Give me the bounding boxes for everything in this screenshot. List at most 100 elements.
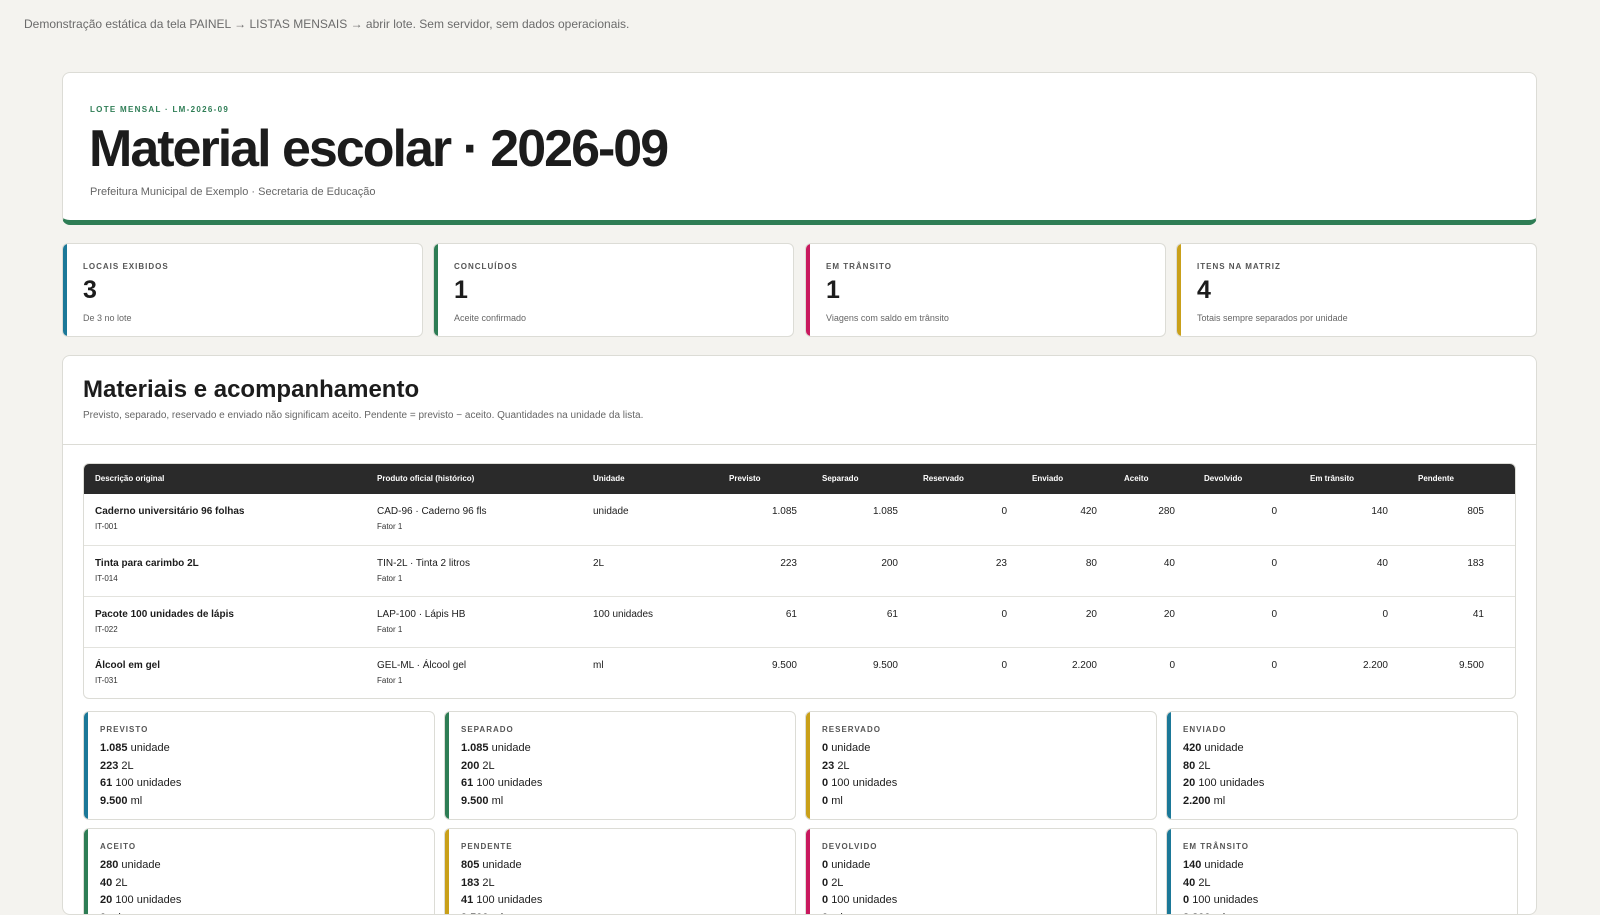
card-unit: 2L [1198,876,1211,889]
kpi-em-transito: EM TRÂNSITO 1 Viagens com saldo em trâns… [805,243,1166,337]
card-line: 23 2L [822,758,897,776]
kpi-label: CONCLUÍDOS [454,262,518,271]
cell-description: Caderno universitário 96 folhas IT-001 [95,506,245,531]
table-row[interactable]: Tinta para carimbo 2L IT-014 TIN-2L · Tint… [84,545,1515,596]
card-accent-bar [1167,829,1171,914]
column-header: Aceito [1124,474,1149,483]
card-quantity: 420 [1183,742,1202,754]
item-description: Álcool em gel [95,660,161,671]
card-title: DEVOLVIDO [822,842,878,851]
card-line: 0 100 unidades [822,775,897,793]
totals-card: PREVISTO 1.085 unidade 223 2L 61 100 unidad… [83,711,435,820]
card-line: 805 unidade [461,857,542,875]
column-header: Unidade [593,474,625,483]
table-row[interactable]: Álcool em gel IT-031 GEL-ML · Álcool gel Fa… [84,647,1515,698]
card-quantity: 0 [822,894,829,907]
card-unit: 100 unidades [476,894,543,907]
card-unit: 100 unidades [831,894,898,907]
item-code: IT-014 [95,574,118,583]
card-accent-bar [1167,712,1171,819]
column-header: Produto oficial (histórico) [377,474,475,483]
card-unit: 2L [482,876,495,889]
table-row[interactable]: Pacote 100 unidades de lápis IT-022 LAP-10… [84,596,1515,647]
item-code: IT-022 [95,625,118,634]
materials-table: Descrição original Produto oficial (histó… [83,463,1516,699]
card-quantity: 0 [822,859,829,871]
kpi-accent-bar [1177,244,1181,336]
cell-quantity: 223 [780,558,797,569]
card-accent-bar [445,712,449,819]
kpi-hint: De 3 no lote [83,313,132,323]
card-unit: unidade [491,742,531,754]
card-quantity: 80 [1183,759,1196,772]
card-unit: 2L [837,759,850,772]
product-factor: Fator 1 [377,676,403,685]
column-header: Previsto [729,474,761,483]
kpi-locais: LOCAIS EXIBIDOS 3 De 3 no lote [62,243,423,337]
card-title: ACEITO [100,842,137,851]
card-lines: 0 unidade 23 2L 0 100 unidades 0 ml [822,740,897,811]
cell-quantity: 2.200 [1071,660,1097,671]
kpi-value: 3 [83,276,97,304]
card-unit: 2L [482,759,495,772]
card-line: 1.085 unidade [461,740,542,758]
cell-unit: 100 unidades [593,609,654,620]
card-line: 61 100 unidades [100,775,181,793]
card-quantity: 0 [822,742,829,754]
official-product: TIN-2L · Tinta 2 litros [377,558,470,569]
card-line: 280 unidade [100,857,181,875]
cell-quantity: 0 [1001,609,1007,620]
cell-quantity: 9.500 [872,660,898,671]
card-line: 20 100 unidades [100,892,181,910]
card-accent-bar [84,712,88,819]
column-header: Devolvido [1204,474,1243,483]
column-header: Em trânsito [1310,474,1355,483]
table-row[interactable]: Caderno universitário 96 folhas IT-001 CAD… [84,494,1515,545]
cell-product: TIN-2L · Tinta 2 litros Fator 1 [377,558,470,583]
card-accent-bar [84,829,88,914]
card-title: ENVIADO [1183,725,1227,734]
cell-unit: 2L [593,558,605,569]
official-product: CAD-96 · Caderno 96 fls [377,506,487,517]
card-quantity: 23 [822,759,835,772]
cell-quantity: 0 [1271,660,1277,671]
kpi-hint: Viagens com saldo em trânsito [826,313,949,323]
cell-quantity: 1.085 [771,506,797,517]
cell-quantity: 61 [785,609,797,620]
materials-panel: Materiais e acompanhamento Previsto, sep… [62,355,1537,915]
card-line: 0 unidade [822,857,897,875]
card-unit: ml [831,795,843,808]
table-body: Caderno universitário 96 folhas IT-001 CAD… [84,494,1515,698]
card-unit: 100 unidades [115,777,182,790]
card-quantity: 41 [461,894,474,907]
kpi-accent-bar [63,244,67,336]
card-lines: 140 unidade40 2L0 100 unidades2.200 ml [1183,857,1258,914]
column-header: Separado [822,474,859,483]
column-header: Descrição original [95,474,165,483]
official-product: LAP-100 · Lápis HB [377,609,466,620]
kpi-row: LOCAIS EXIBIDOS 3 De 3 no lote CONCLUÍDO… [62,243,1537,337]
card-lines: 805 unidade183 2L41 100 unidades9.500 ml [461,857,543,914]
page-subtitle: Prefeitura Municipal de Exemplo · Secret… [90,186,376,198]
card-quantity: 0 [822,795,829,808]
card-line: 183 2L [461,875,542,893]
cell-quantity: 420 [1080,506,1097,517]
card-accent-bar [445,829,449,914]
card-accent-bar [806,829,810,914]
card-quantity: 20 [1183,777,1196,790]
cell-description: Álcool em gel IT-031 [95,660,160,685]
card-title: PREVISTO [100,725,149,734]
cell-quantity: 0 [1169,660,1175,671]
kpi-label: LOCAIS EXIBIDOS [83,262,169,271]
card-quantity: 40 [100,876,113,889]
kpi-value: 1 [454,276,468,304]
cell-product: LAP-100 · Lápis HB Fator 1 [377,609,465,634]
cell-quantity: 0 [1001,506,1007,517]
card-quantity: 183 [461,876,480,889]
cell-quantity: 40 [1163,558,1175,569]
column-header: Reservado [923,474,964,483]
card-unit: unidade [482,859,522,871]
card-quantity: 61 [100,777,113,790]
cell-quantity: 41 [1472,609,1484,620]
card-quantity: 805 [461,859,480,871]
